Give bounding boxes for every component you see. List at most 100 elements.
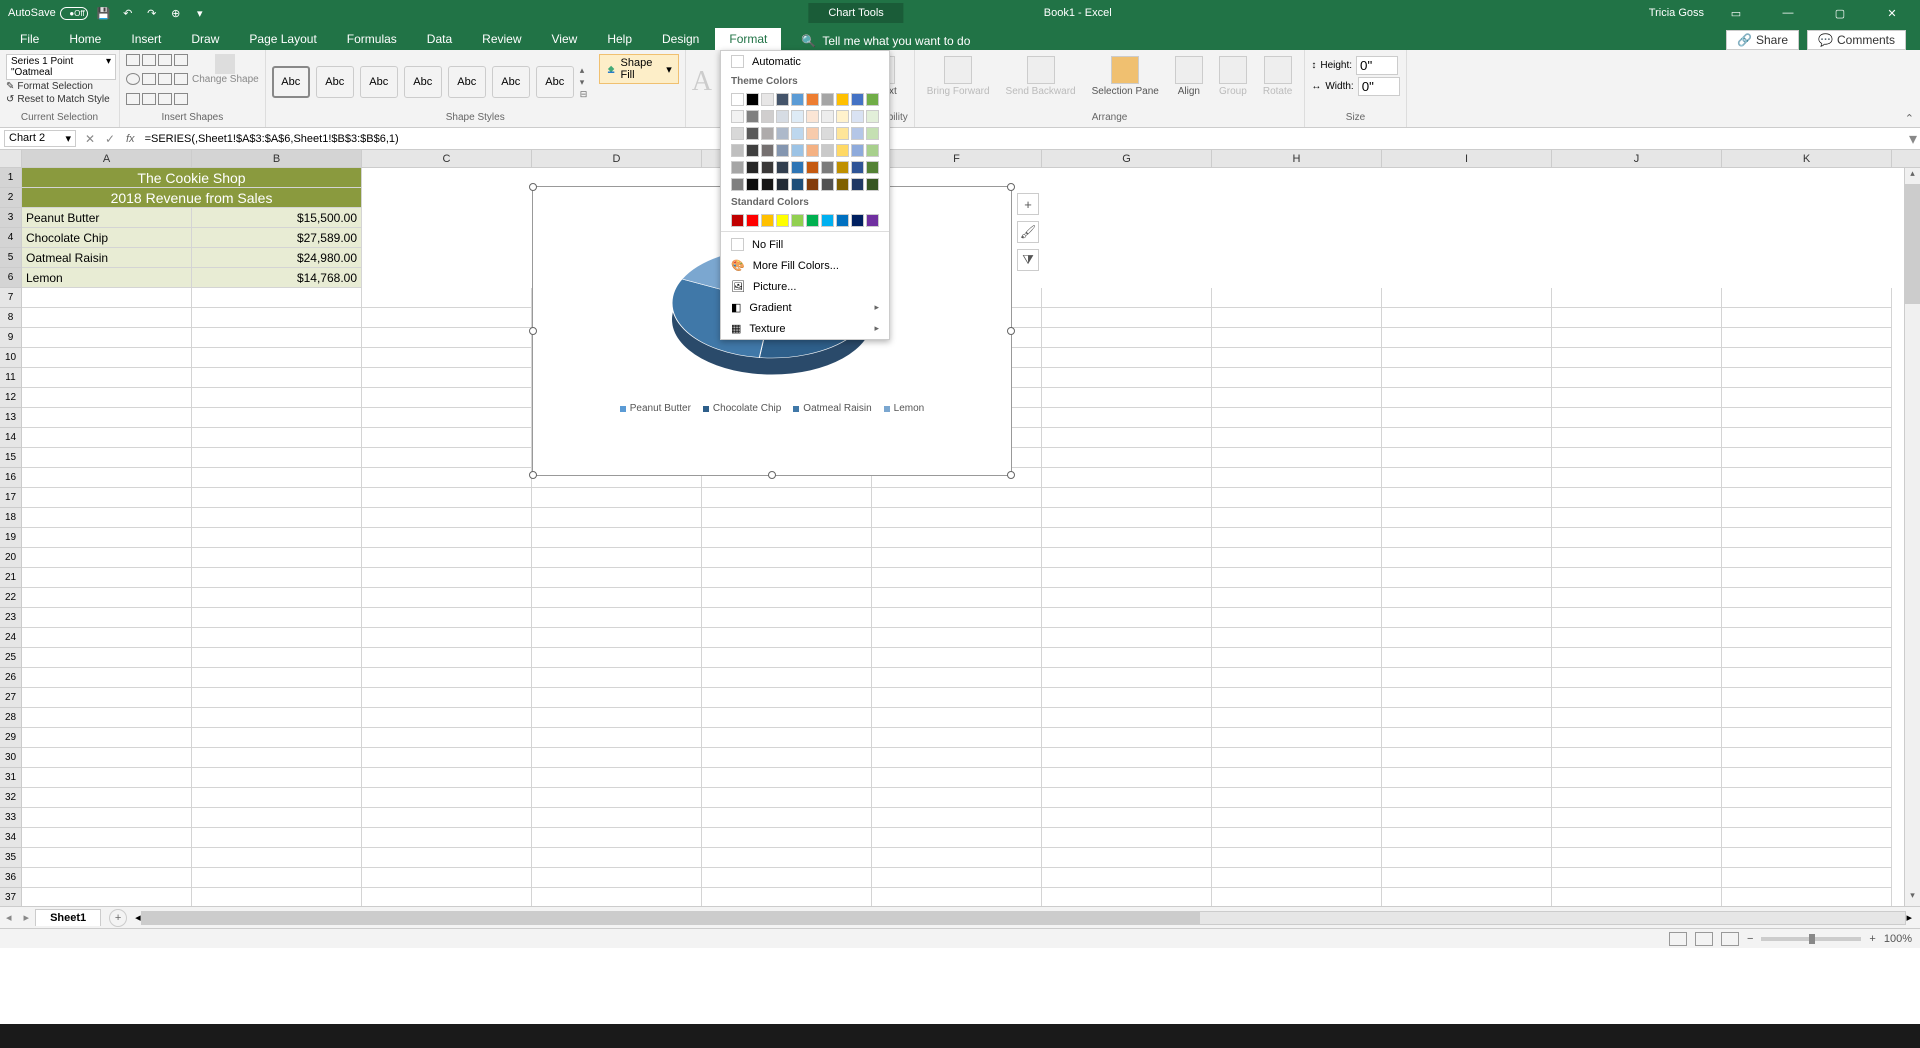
cell-G37[interactable]	[1042, 888, 1212, 906]
cell-H34[interactable]	[1212, 828, 1382, 848]
cell-J30[interactable]	[1552, 748, 1722, 768]
row-header-24[interactable]: 24	[0, 628, 22, 648]
cell-K23[interactable]	[1722, 608, 1892, 628]
cell-C12[interactable]	[362, 388, 532, 408]
cell-H33[interactable]	[1212, 808, 1382, 828]
cell-E31[interactable]	[702, 768, 872, 788]
row-header-17[interactable]: 17	[0, 488, 22, 508]
cell-A8[interactable]	[22, 308, 192, 328]
cells-area[interactable]: The Cookie Shop 2018 Revenue from Sales …	[22, 168, 1920, 906]
select-all-button[interactable]	[0, 150, 22, 167]
cell-C33[interactable]	[362, 808, 532, 828]
cell-J21[interactable]	[1552, 568, 1722, 588]
minimize-icon[interactable]: —	[1768, 0, 1808, 26]
color-swatch[interactable]	[821, 214, 834, 227]
cell-K34[interactable]	[1722, 828, 1892, 848]
cell-K12[interactable]	[1722, 388, 1892, 408]
texture-fill-option[interactable]: ▦Texture▸	[721, 318, 889, 339]
cell-G13[interactable]	[1042, 408, 1212, 428]
cell-J20[interactable]	[1552, 548, 1722, 568]
fill-automatic[interactable]: Automatic	[721, 51, 889, 72]
cell-J10[interactable]	[1552, 348, 1722, 368]
selection-pane-button[interactable]: Selection Pane	[1086, 54, 1165, 110]
cell-I10[interactable]	[1382, 348, 1552, 368]
row-header-27[interactable]: 27	[0, 688, 22, 708]
row-header-29[interactable]: 29	[0, 728, 22, 748]
cell-J12[interactable]	[1552, 388, 1722, 408]
bring-forward-button[interactable]: Bring Forward	[921, 54, 996, 110]
cell-H7[interactable]	[1212, 288, 1382, 308]
cell-K17[interactable]	[1722, 488, 1892, 508]
cell-E29[interactable]	[702, 728, 872, 748]
cell-J35[interactable]	[1552, 848, 1722, 868]
cell-E30[interactable]	[702, 748, 872, 768]
cell-I33[interactable]	[1382, 808, 1552, 828]
row-header-25[interactable]: 25	[0, 648, 22, 668]
cell-C21[interactable]	[362, 568, 532, 588]
cell-F28[interactable]	[872, 708, 1042, 728]
cell-B16[interactable]	[192, 468, 362, 488]
color-swatch[interactable]	[776, 178, 789, 191]
shape-fill-button[interactable]: Shape Fill ▾	[599, 54, 678, 84]
cell-B34[interactable]	[192, 828, 362, 848]
cell-C9[interactable]	[362, 328, 532, 348]
color-swatch[interactable]	[791, 144, 804, 157]
cell-G9[interactable]	[1042, 328, 1212, 348]
cell-H30[interactable]	[1212, 748, 1382, 768]
accept-formula-icon[interactable]: ✓	[100, 132, 120, 146]
cell-C35[interactable]	[362, 848, 532, 868]
cell-D21[interactable]	[532, 568, 702, 588]
tab-file[interactable]: File	[6, 28, 53, 50]
cell-I31[interactable]	[1382, 768, 1552, 788]
expand-formula-bar-icon[interactable]: ▾	[1906, 129, 1920, 149]
cell-E32[interactable]	[702, 788, 872, 808]
cell-F36[interactable]	[872, 868, 1042, 888]
cell-I8[interactable]	[1382, 308, 1552, 328]
cell-C29[interactable]	[362, 728, 532, 748]
cell-A13[interactable]	[22, 408, 192, 428]
cell-J17[interactable]	[1552, 488, 1722, 508]
cell-C37[interactable]	[362, 888, 532, 906]
cell-H32[interactable]	[1212, 788, 1382, 808]
cell-C26[interactable]	[362, 668, 532, 688]
rotate-button[interactable]: Rotate	[1257, 54, 1298, 110]
tab-help[interactable]: Help	[593, 28, 646, 50]
cell-G21[interactable]	[1042, 568, 1212, 588]
cell-H12[interactable]	[1212, 388, 1382, 408]
color-swatch[interactable]	[806, 127, 819, 140]
cell-F21[interactable]	[872, 568, 1042, 588]
color-swatch[interactable]	[821, 93, 834, 106]
cell-b5[interactable]: $24,980.00	[192, 248, 362, 268]
cell-F24[interactable]	[872, 628, 1042, 648]
cell-A32[interactable]	[22, 788, 192, 808]
cell-K7[interactable]	[1722, 288, 1892, 308]
row-header-10[interactable]: 10	[0, 348, 22, 368]
cell-C32[interactable]	[362, 788, 532, 808]
chart-element-dropdown[interactable]: Series 1 Point "Oatmeal▾	[6, 54, 116, 80]
cell-A12[interactable]	[22, 388, 192, 408]
cell-B19[interactable]	[192, 528, 362, 548]
cell-G18[interactable]	[1042, 508, 1212, 528]
cell-C20[interactable]	[362, 548, 532, 568]
cell-A30[interactable]	[22, 748, 192, 768]
cell-A36[interactable]	[22, 868, 192, 888]
scroll-up-icon[interactable]: ▴	[1905, 168, 1920, 184]
cell-F27[interactable]	[872, 688, 1042, 708]
hscroll-right-icon[interactable]: ▸	[1906, 911, 1912, 924]
row-header-36[interactable]: 36	[0, 868, 22, 888]
gallery-down-icon[interactable]: ▾	[580, 77, 588, 88]
column-header-K[interactable]: K	[1722, 150, 1892, 167]
cell-J29[interactable]	[1552, 728, 1722, 748]
row-header-12[interactable]: 12	[0, 388, 22, 408]
gallery-more-icon[interactable]: ⊟	[580, 89, 588, 100]
cell-G29[interactable]	[1042, 728, 1212, 748]
cell-I17[interactable]	[1382, 488, 1552, 508]
cell-D22[interactable]	[532, 588, 702, 608]
cell-a3[interactable]: Peanut Butter	[22, 208, 192, 228]
cell-A28[interactable]	[22, 708, 192, 728]
cell-J14[interactable]	[1552, 428, 1722, 448]
cell-B29[interactable]	[192, 728, 362, 748]
color-swatch[interactable]	[776, 110, 789, 123]
row-header-34[interactable]: 34	[0, 828, 22, 848]
cell-B22[interactable]	[192, 588, 362, 608]
